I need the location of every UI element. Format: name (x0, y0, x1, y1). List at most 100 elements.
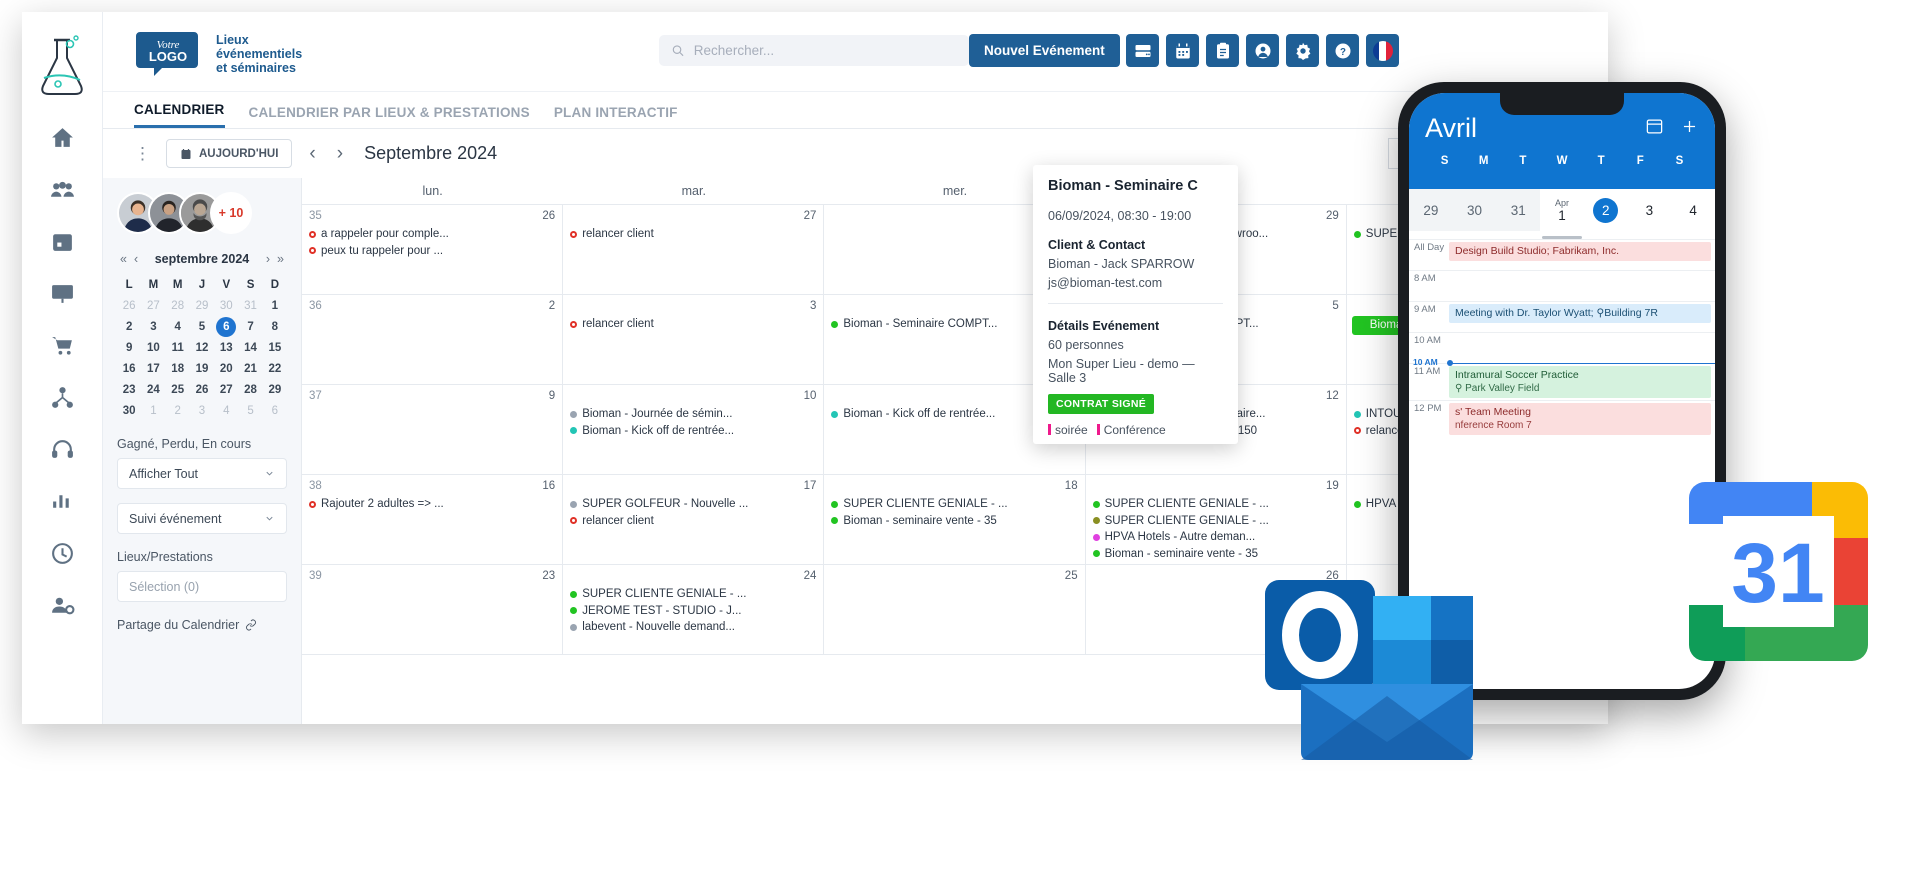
mini-cal-day[interactable]: 28 (166, 296, 190, 316)
calendar-day-cell[interactable]: 17 SUPER GOLFEUR - Nouvelle ... relancer c… (563, 475, 825, 564)
phone-day[interactable]: Apr 1 (1540, 189, 1584, 231)
mini-cal-day[interactable]: 3 (141, 317, 165, 337)
mini-cal-day[interactable]: 12 (190, 338, 214, 358)
event-detail-popup[interactable]: Bioman - Seminaire C 06/09/2024, 08:30 -… (1033, 165, 1238, 444)
mini-cal-day[interactable]: 6 (263, 401, 287, 421)
mini-cal-day[interactable]: 2 (117, 317, 141, 337)
cart-icon[interactable] (47, 330, 77, 360)
user-icon[interactable] (1246, 34, 1279, 67)
mini-cal-day[interactable]: 27 (141, 296, 165, 316)
home-icon[interactable] (47, 122, 77, 152)
mini-cal-day[interactable]: 8 (263, 317, 287, 337)
calendar-event[interactable]: SUPER CLIENTE GENIALE - ... (1092, 496, 1339, 513)
gear-icon[interactable] (1286, 34, 1319, 67)
day-number[interactable]: 10 (804, 390, 817, 402)
mini-cal-day[interactable]: 4 (166, 317, 190, 337)
add-event-icon[interactable] (1680, 117, 1699, 136)
calendar-event[interactable]: Bioman - seminaire vente - 35 (831, 513, 1077, 530)
mini-cal-day[interactable]: 3 (190, 401, 214, 421)
calendar-event[interactable]: JEROME TEST - STUDIO - J... (570, 603, 816, 620)
search-box[interactable] (659, 35, 969, 66)
flag-fr-icon[interactable] (1366, 34, 1399, 67)
today-button[interactable]: AUJOURD'HUI (166, 139, 293, 168)
next-month-button[interactable]: › (333, 143, 347, 165)
user-settings-icon[interactable] (47, 590, 77, 620)
tab-calendrier-lieux[interactable]: CALENDRIER PAR LIEUX & PRESTATIONS (249, 105, 530, 128)
calendar-day-cell[interactable]: 3 relancer client (563, 295, 825, 384)
phone-day[interactable]: 4 (1671, 189, 1715, 231)
avatar-overflow-count[interactable]: + 10 (210, 192, 252, 234)
phone-agenda-event[interactable]: Intramural Soccer Practice ⚲ Park Valley … (1449, 366, 1711, 398)
help-icon[interactable]: ? (1326, 34, 1359, 67)
mini-cal-day[interactable]: 1 (263, 296, 287, 316)
mini-cal-day[interactable]: 14 (238, 338, 262, 358)
day-number[interactable]: 3 (810, 300, 816, 312)
mini-cal-day[interactable]: 13 (214, 338, 238, 358)
calendar-event[interactable]: Bioman - Journée de sémin... (570, 406, 816, 423)
mini-cal-day[interactable]: 26 (117, 296, 141, 316)
phone-agenda-event[interactable]: s' Team Meeting nference Room 7 (1449, 403, 1711, 435)
day-number[interactable]: 27 (804, 210, 817, 222)
calendar-event[interactable]: relancer client (570, 316, 816, 333)
mini-cal-day[interactable]: 25 (166, 380, 190, 400)
mini-cal-day[interactable]: 26 (190, 380, 214, 400)
mini-cal-day[interactable]: 5 (190, 317, 214, 337)
mini-cal-day[interactable]: 6 (216, 317, 237, 337)
mini-cal-day[interactable]: 11 (166, 338, 190, 358)
mini-cal-day[interactable]: 2 (166, 401, 190, 421)
calendar-event[interactable]: relancer client (570, 226, 816, 243)
mini-cal-day[interactable]: 24 (141, 380, 165, 400)
mini-cal-prev[interactable]: ‹ (134, 252, 138, 266)
tab-plan-interactif[interactable]: PLAN INTERACTIF (554, 105, 678, 128)
calendar-day-cell[interactable]: 38 16 Rajouter 2 adultes => ... (302, 475, 564, 564)
day-number[interactable]: 23 (542, 570, 555, 582)
mini-cal-day[interactable]: 27 (214, 380, 238, 400)
mini-cal-last[interactable]: » (277, 252, 284, 266)
calendar-day-cell[interactable]: 36 2 (302, 295, 564, 384)
mini-cal-day[interactable]: 19 (190, 359, 214, 379)
new-event-button[interactable]: Nouvel Evénement (969, 34, 1120, 67)
calendar-day-cell[interactable]: 35 26 a rappeler pour comple... peux tu rap… (302, 205, 564, 294)
mini-cal-day[interactable]: 28 (238, 380, 262, 400)
mini-cal-first[interactable]: « (120, 252, 127, 266)
mini-calendar-grid[interactable]: L M M J V S D 26 27 28 29 30 31 1 2 3 4 5 6 7 8 9 10 11 12 13 14 15… (117, 275, 287, 421)
status-filter-select[interactable]: Afficher Tout (117, 458, 287, 489)
prev-month-button[interactable]: ‹ (305, 143, 319, 165)
venues-selection-input[interactable]: Sélection (0) (117, 571, 287, 602)
day-number[interactable]: 26 (542, 210, 555, 222)
network-icon[interactable] (47, 382, 77, 412)
server-icon[interactable] (1126, 34, 1159, 67)
phone-day[interactable]: 3 (1628, 189, 1672, 231)
calendar-day-cell[interactable]: 37 9 (302, 385, 564, 474)
event-calendar-icon[interactable] (47, 226, 77, 256)
clipboard-icon[interactable] (1206, 34, 1239, 67)
calendar-day-cell[interactable]: 39 23 (302, 565, 564, 654)
day-number[interactable]: 18 (1065, 480, 1078, 492)
calendar-day-cell[interactable]: 24 SUPER CLIENTE GENIALE - ... JEROME TEST… (563, 565, 825, 654)
day-number[interactable]: 12 (1326, 390, 1339, 402)
mini-cal-next[interactable]: › (266, 252, 270, 266)
mini-cal-day[interactable]: 1 (141, 401, 165, 421)
clock-icon[interactable] (47, 538, 77, 568)
day-number[interactable]: 16 (542, 480, 555, 492)
day-number[interactable]: 9 (549, 390, 555, 402)
calendar-event[interactable]: Rajouter 2 adultes => ... (309, 496, 555, 513)
calendar-day-cell[interactable]: 10 Bioman - Journée de sémin... Bioman - K… (563, 385, 825, 474)
mini-cal-day[interactable]: 7 (238, 317, 262, 337)
popup-client-email[interactable]: js@bioman-test.com (1048, 276, 1223, 290)
mini-cal-day[interactable]: 23 (117, 380, 141, 400)
mini-cal-day[interactable]: 4 (214, 401, 238, 421)
mini-cal-day[interactable]: 9 (117, 338, 141, 358)
mini-cal-day[interactable]: 18 (166, 359, 190, 379)
phone-all-day-event[interactable]: Design Build Studio; Fabrikam, Inc. (1449, 242, 1711, 261)
mini-cal-day[interactable]: 31 (238, 296, 262, 316)
day-number[interactable]: 19 (1326, 480, 1339, 492)
mini-cal-day[interactable]: 30 (214, 296, 238, 316)
calendar-day-cell[interactable]: 27 relancer client (563, 205, 825, 294)
phone-agenda-event[interactable]: Meeting with Dr. Taylor Wyatt; ⚲Building… (1449, 304, 1711, 323)
calendar-event[interactable]: Bioman - Kick off de rentrée... (570, 423, 816, 440)
mini-cal-day[interactable]: 20 (214, 359, 238, 379)
more-options-icon[interactable]: ⋮ (134, 144, 153, 164)
calendar-event[interactable]: relancer client (570, 513, 816, 530)
calendar-event[interactable]: SUPER CLIENTE GENIALE - ... (831, 496, 1077, 513)
